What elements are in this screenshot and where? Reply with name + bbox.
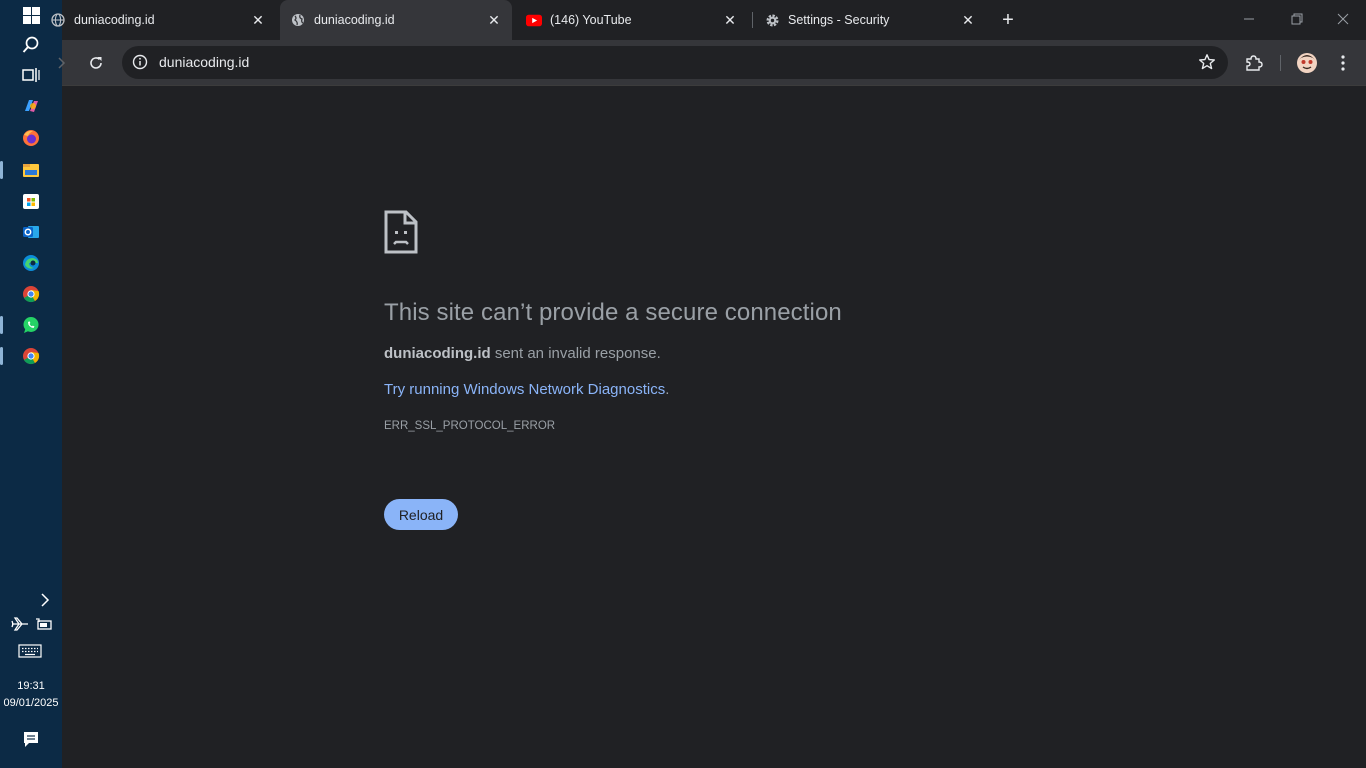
diagnostics-suggestion: Try running Windows Network Diagnostics.: [384, 381, 1084, 398]
active-indicator: [0, 161, 3, 179]
active-indicator: [0, 347, 3, 365]
microsoft-store-icon[interactable]: [19, 189, 43, 213]
url-text[interactable]: duniacoding.id: [159, 54, 249, 70]
toolbar: duniacoding.id: [58, 40, 1366, 86]
error-title: This site can’t provide a secure connect…: [384, 299, 842, 326]
notification-icon[interactable]: [19, 727, 43, 751]
chrome-alt-icon[interactable]: [19, 344, 43, 368]
chrome-icon[interactable]: [19, 282, 43, 306]
outlook-icon[interactable]: [19, 220, 43, 244]
edge-icon[interactable]: [19, 251, 43, 275]
link-suffix: .: [665, 381, 670, 398]
clock-time[interactable]: 19:31: [0, 678, 62, 695]
error-message-rest: sent an invalid response.: [490, 345, 661, 362]
close-tab-icon[interactable]: ✕: [960, 12, 976, 28]
close-tab-icon[interactable]: ✕: [250, 12, 266, 28]
error-page: This site can’t provide a secure connect…: [384, 210, 1084, 530]
toolbar-separator: [1280, 55, 1281, 71]
close-tab-icon[interactable]: ✕: [486, 12, 502, 28]
keyboard-icon[interactable]: [18, 639, 42, 663]
address-bar[interactable]: duniacoding.id: [122, 46, 1228, 79]
settings-gear-icon: [764, 12, 780, 28]
tab-title: (146) YouTube: [550, 13, 632, 27]
taskbar: 19:31 09/01/2025: [0, 0, 62, 768]
sad-page-icon: [384, 210, 418, 254]
copilot-icon[interactable]: [19, 94, 43, 118]
error-host: duniacoding.id: [384, 345, 491, 362]
file-explorer-icon[interactable]: [19, 158, 43, 182]
reload-button[interactable]: Reload: [384, 499, 458, 530]
browser-window: duniacoding.id ✕ duniacoding.id ✕ (146) …: [51, 0, 1366, 768]
minimize-icon[interactable]: [1239, 10, 1259, 30]
tab-title: Settings - Security: [788, 13, 890, 27]
close-tab-icon[interactable]: ✕: [722, 12, 738, 28]
error-code: ERR_SSL_PROTOCOL_ERROR: [384, 420, 556, 432]
tab-4[interactable]: Settings - Security ✕: [754, 0, 986, 40]
chevron-right-icon[interactable]: [33, 588, 57, 612]
tab-2-active[interactable]: duniacoding.id ✕: [280, 0, 512, 40]
network-diagnostics-link[interactable]: Try running Windows Network Diagnostics: [384, 381, 665, 398]
airplane-mode-icon[interactable]: [8, 612, 32, 636]
menu-kebab-icon[interactable]: [1332, 52, 1354, 74]
close-window-icon[interactable]: [1333, 10, 1353, 30]
reload-icon[interactable]: [85, 52, 107, 74]
globe-icon: [50, 12, 66, 28]
forward-icon[interactable]: [56, 52, 68, 74]
restore-icon[interactable]: [1287, 10, 1307, 30]
clock-date[interactable]: 09/01/2025: [0, 695, 62, 712]
tab-3[interactable]: (146) YouTube ✕: [516, 0, 748, 40]
battery-icon[interactable]: [32, 612, 56, 636]
globe-icon: [290, 12, 306, 28]
active-indicator: [0, 316, 3, 334]
task-view-icon[interactable]: [19, 63, 43, 87]
error-message: duniacoding.id sent an invalid response.: [384, 345, 1084, 362]
youtube-icon: [526, 12, 542, 28]
whatsapp-icon[interactable]: [19, 313, 43, 337]
tab-title: duniacoding.id: [314, 13, 395, 27]
tab-strip: duniacoding.id ✕ duniacoding.id ✕ (146) …: [51, 0, 1366, 40]
tab-separator: [752, 12, 753, 28]
firefox-icon[interactable]: [19, 126, 43, 150]
profile-avatar-icon[interactable]: [1295, 51, 1319, 75]
new-tab-button[interactable]: +: [998, 10, 1018, 30]
tab-1[interactable]: duniacoding.id ✕: [40, 0, 276, 40]
site-info-icon[interactable]: [132, 54, 148, 70]
extensions-puzzle-icon[interactable]: [1243, 52, 1265, 74]
tab-title: duniacoding.id: [74, 13, 155, 27]
bookmark-star-icon[interactable]: [1198, 53, 1216, 71]
